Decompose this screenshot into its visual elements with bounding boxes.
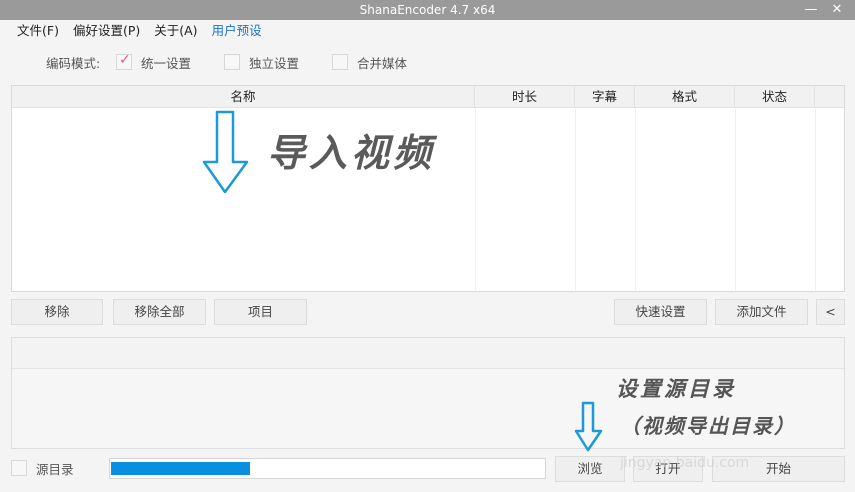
output-path-progress[interactable] bbox=[109, 458, 546, 479]
minimize-icon[interactable]: — bbox=[800, 0, 822, 20]
source-dir-label: 源目录 bbox=[36, 462, 74, 477]
column-divider bbox=[575, 108, 576, 291]
source-dir-checkbox[interactable] bbox=[11, 460, 27, 476]
merge-media-checkbox[interactable] bbox=[332, 54, 348, 70]
window-title: ShanaEncoder 4.7 x64 bbox=[359, 3, 496, 17]
column-header-status[interactable]: 状态 bbox=[735, 86, 815, 108]
quick-settings-button[interactable]: 快速设置 bbox=[614, 299, 707, 325]
independent-settings-label: 独立设置 bbox=[249, 55, 300, 71]
column-divider bbox=[635, 108, 636, 291]
browse-button[interactable]: 浏览 bbox=[555, 456, 625, 482]
column-header-duration[interactable]: 时长 bbox=[475, 86, 575, 108]
unified-settings-label: 统一设置 bbox=[141, 55, 192, 71]
down-arrow-icon bbox=[574, 401, 603, 452]
menu-file[interactable]: 文件(F) bbox=[10, 20, 66, 42]
column-header-format[interactable]: 格式 bbox=[635, 86, 735, 108]
menu-bar: 文件(F) 偏好设置(P) 关于(A) 用户预设 bbox=[0, 20, 855, 42]
remove-button[interactable]: 移除 bbox=[11, 299, 103, 325]
file-list-table[interactable]: 名称 时长 字幕 格式 状态 导入视频 bbox=[11, 85, 845, 292]
encoding-mode-row: 编码模式: 统一设置 独立设置 合并媒体 bbox=[0, 50, 855, 74]
encoding-mode-label: 编码模式: bbox=[46, 55, 101, 71]
watermark: jingyan.baidu.com bbox=[620, 455, 750, 471]
column-divider bbox=[735, 108, 736, 291]
menu-user-presets[interactable]: 用户预设 bbox=[205, 20, 269, 42]
column-header-name[interactable]: 名称 bbox=[12, 86, 475, 108]
export-dir-annotation: （视频导出目录） bbox=[620, 414, 796, 438]
set-source-annotation: 设置源目录 bbox=[616, 376, 736, 401]
independent-settings-checkbox[interactable] bbox=[224, 54, 240, 70]
table-header: 名称 时长 字幕 格式 状态 bbox=[12, 86, 844, 108]
unified-settings-checkbox[interactable] bbox=[116, 52, 132, 70]
add-file-button[interactable]: 添加文件 bbox=[715, 299, 808, 325]
column-header-subtitle[interactable]: 字幕 bbox=[575, 86, 635, 108]
settings-panel-header bbox=[12, 338, 844, 369]
item-button[interactable]: 项目 bbox=[214, 299, 307, 325]
menu-about[interactable]: 关于(A) bbox=[147, 20, 204, 42]
column-divider bbox=[815, 108, 816, 291]
column-divider bbox=[475, 108, 476, 291]
import-video-annotation: 导入视频 bbox=[267, 130, 436, 175]
remove-all-button[interactable]: 移除全部 bbox=[113, 299, 206, 325]
progress-fill bbox=[111, 462, 250, 475]
down-arrow-icon bbox=[202, 110, 249, 194]
collapse-button[interactable]: < bbox=[816, 299, 845, 325]
title-bar: ShanaEncoder 4.7 x64 — ✕ bbox=[0, 0, 855, 20]
menu-preferences[interactable]: 偏好设置(P) bbox=[66, 20, 147, 42]
merge-media-label: 合并媒体 bbox=[357, 55, 408, 71]
close-icon[interactable]: ✕ bbox=[826, 0, 848, 20]
